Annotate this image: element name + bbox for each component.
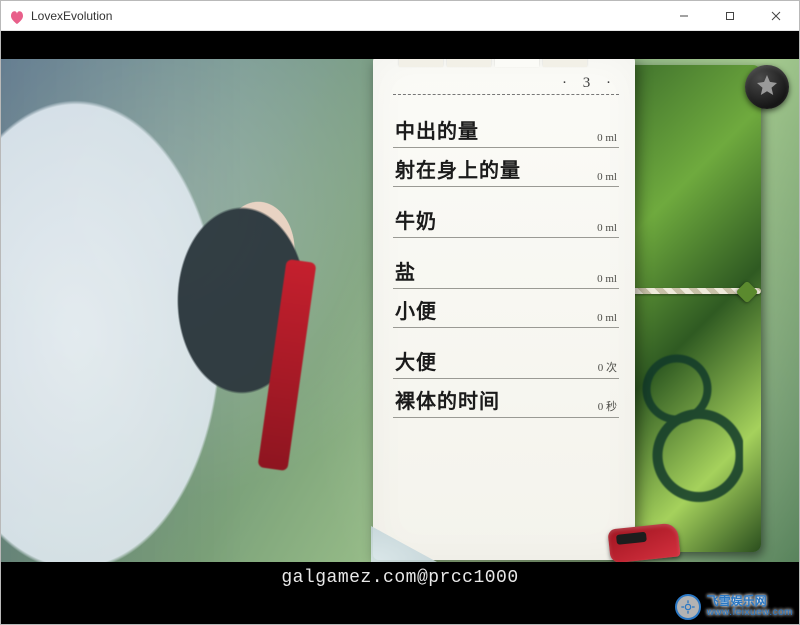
letterbox-top xyxy=(1,31,799,59)
game-viewport: · 3 · 中出的量 0 ml 射在身上的量 0 ml 牛奶 0 ml 盐 0 ml 小便 0 m… xyxy=(1,31,799,624)
stat-value: 0 ml xyxy=(597,171,617,183)
stat-row: 中出的量 0 ml xyxy=(393,111,619,148)
stat-label: 盐 xyxy=(395,256,416,285)
page-number: · 3 · xyxy=(393,75,617,92)
site-watermark: 飞雪娱乐网 www.feixuew.com xyxy=(675,594,793,620)
titlebar[interactable]: LovexEvolution xyxy=(1,1,799,31)
star-button[interactable] xyxy=(745,65,789,109)
star-icon xyxy=(755,73,779,102)
stat-value: 0 次 xyxy=(598,359,617,375)
maximize-button[interactable] xyxy=(707,1,753,31)
stat-row: 大便 0 次 xyxy=(393,342,619,379)
stat-label: 中出的量 xyxy=(395,115,479,144)
watermark-line2: www.feixuew.com xyxy=(707,608,793,619)
app-window: LovexEvolution xyxy=(0,0,800,625)
page-tab[interactable] xyxy=(447,59,491,67)
character-art xyxy=(1,59,416,562)
close-button[interactable] xyxy=(753,1,799,31)
stat-value: 0 秒 xyxy=(598,398,617,414)
cover-ornament xyxy=(633,332,743,522)
scene: · 3 · 中出的量 0 ml 射在身上的量 0 ml 牛奶 0 ml 盐 0 ml 小便 0 m… xyxy=(1,59,799,562)
stat-label: 大便 xyxy=(395,346,437,375)
stat-value: 0 ml xyxy=(597,132,617,144)
stat-row: 小便 0 ml xyxy=(393,291,619,328)
window-title: LovexEvolution xyxy=(31,9,112,23)
stat-value: 0 ml xyxy=(597,312,617,324)
stat-label: 牛奶 xyxy=(395,205,437,234)
watermark-icon xyxy=(675,594,701,620)
page-tab[interactable] xyxy=(399,59,443,67)
stat-row: 牛奶 0 ml xyxy=(393,201,619,238)
page-rule xyxy=(393,94,619,95)
notebook: · 3 · 中出的量 0 ml 射在身上的量 0 ml 牛奶 0 ml 盐 0 ml 小便 0 m… xyxy=(373,59,761,560)
stat-row: 盐 0 ml xyxy=(393,252,619,289)
stat-rows: 中出的量 0 ml 射在身上的量 0 ml 牛奶 0 ml 盐 0 ml 小便 0 ml 大便 0 次… xyxy=(393,111,619,418)
page-tabs xyxy=(399,59,587,67)
stat-row: 裸体的时间 0 秒 xyxy=(393,381,619,418)
page-tab-active[interactable] xyxy=(495,59,539,67)
page-curl xyxy=(371,502,481,562)
page-tab[interactable] xyxy=(543,59,587,67)
watermark-text: 飞雪娱乐网 www.feixuew.com xyxy=(707,595,793,618)
stat-value: 0 ml xyxy=(597,273,617,285)
stat-row: 射在身上的量 0 ml xyxy=(393,150,619,187)
footer-text: galgamez.com@prcc1000 xyxy=(281,568,518,588)
app-icon xyxy=(9,8,25,24)
stat-value: 0 ml xyxy=(597,222,617,234)
stat-label: 小便 xyxy=(395,295,437,324)
stat-label: 裸体的时间 xyxy=(395,385,500,414)
decorative-object xyxy=(607,522,680,562)
minimize-button[interactable] xyxy=(661,1,707,31)
stat-label: 射在身上的量 xyxy=(395,154,521,183)
notebook-page: · 3 · 中出的量 0 ml 射在身上的量 0 ml 牛奶 0 ml 盐 0 ml 小便 0 m… xyxy=(373,59,635,560)
